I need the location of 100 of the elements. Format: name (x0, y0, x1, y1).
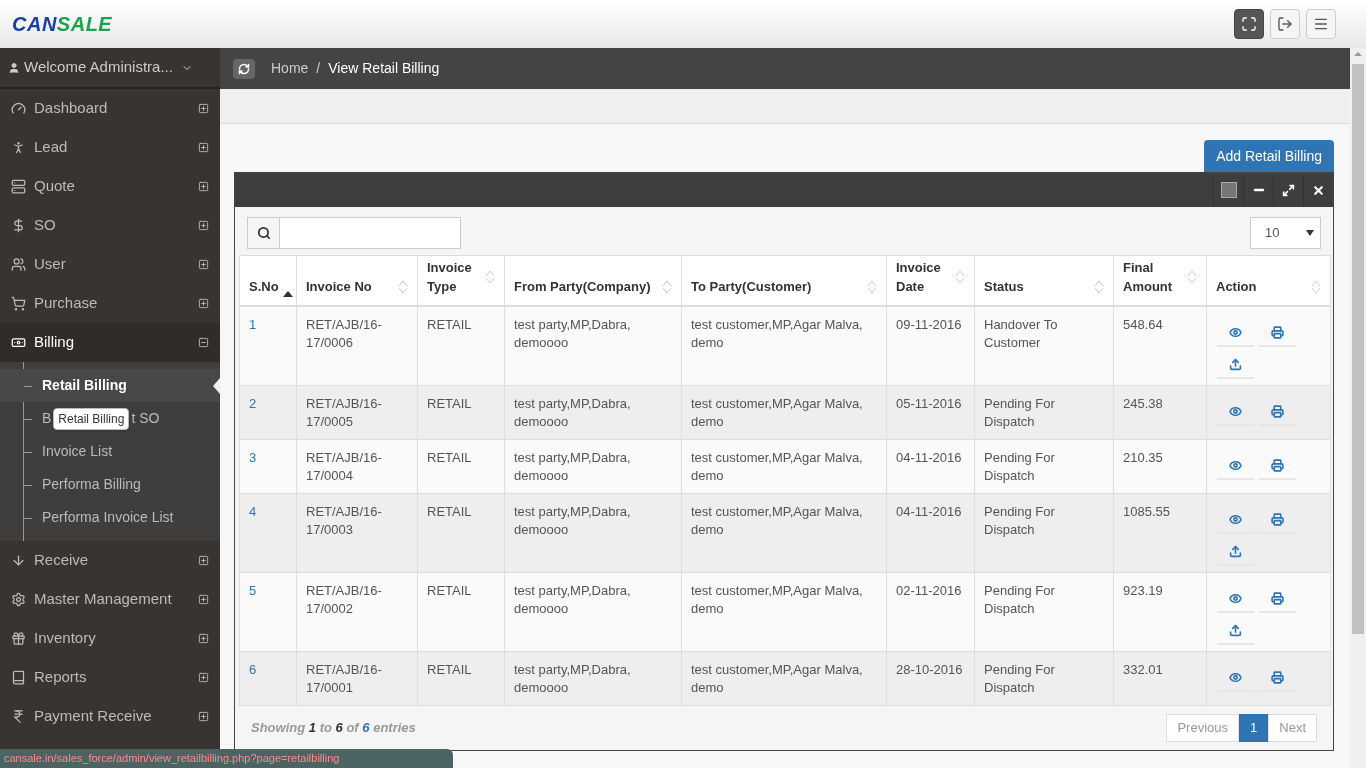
table-cell: test party,MP,Dabra, demoooo (504, 493, 682, 572)
expand-icon (198, 711, 209, 722)
table-cell: 5 (239, 572, 297, 651)
arrow-down-icon (11, 553, 26, 568)
table-cell: 332.01 (1113, 651, 1207, 705)
logout-icon (1277, 16, 1293, 32)
nav-label: Dashboard (34, 98, 109, 119)
tooltip: Retail Billing (53, 407, 130, 430)
pagination-button[interactable]: 1 (1239, 713, 1269, 742)
expand-icon (198, 220, 209, 231)
breadcrumb-current: View Retail Billing (328, 59, 440, 78)
sub-nav-label: Performa Invoice List (42, 508, 174, 527)
nav-item[interactable]: Billing (0, 323, 220, 362)
table-cell: RETAIL (417, 572, 505, 651)
nav-label: Purchase (34, 293, 99, 314)
table-cell: RET/AJB/16-17/0005 (296, 385, 418, 439)
square-icon (1220, 182, 1237, 198)
table-cell: RET/AJB/16-17/0006 (296, 305, 418, 385)
nav-item[interactable]: Inventory (0, 619, 220, 658)
table-cell: test customer,MP,Agar Malva, demo (681, 493, 887, 572)
nav-label: Receive (34, 550, 90, 571)
table-cell: 4 (239, 493, 297, 572)
eye-icon (1229, 671, 1242, 684)
expand-icon (198, 298, 209, 309)
column-header[interactable]: Action (1206, 255, 1331, 306)
sub-nav-item[interactable]: B Retail Billing t SO (0, 402, 220, 435)
sub-nav-item[interactable]: Retail Billing (0, 369, 220, 402)
sub-nav-label: t SO (131, 409, 160, 428)
table-cell: RETAIL (417, 305, 505, 385)
table-cell: RET/AJB/16-17/0004 (296, 439, 418, 493)
table-cell: test customer,MP,Agar Malva, demo (681, 572, 887, 651)
nav-item[interactable]: Payment Receive (0, 697, 220, 736)
table-cell: Handover To Customer (974, 305, 1114, 385)
add-retail-billing-button[interactable]: Add Retail Billing (1204, 140, 1334, 172)
breadcrumb-separator: / (316, 59, 321, 78)
table-cell: test party,MP,Dabra, demoooo (504, 651, 682, 705)
nav-label: SO (34, 215, 57, 236)
sub-nav-label: Retail Billing (42, 376, 127, 395)
printer-icon (1271, 459, 1284, 472)
expand-icon (198, 672, 209, 683)
sub-nav-item[interactable]: Performa Billing (0, 468, 220, 501)
sub-nav-item[interactable]: Invoice List (0, 435, 220, 468)
table-cell: 09-11-2016 (886, 305, 975, 385)
nav-label: Reports (34, 667, 88, 688)
nav-item[interactable]: Dashboard (0, 89, 220, 128)
search-field[interactable] (247, 217, 461, 249)
table-cell: 210.35 (1113, 439, 1207, 493)
search-icon (256, 226, 271, 240)
dropdown-arrow-icon (1306, 230, 1314, 236)
nav-item[interactable]: Reports (0, 658, 220, 697)
sub-nav-item[interactable]: Performa Invoice List (0, 501, 220, 534)
column-header[interactable]: Final Amount (1113, 255, 1207, 306)
refresh-button[interactable] (233, 58, 255, 79)
column-header[interactable]: Status (974, 255, 1114, 306)
book-icon (11, 670, 26, 685)
table-cell: test customer,MP,Agar Malva, demo (681, 439, 887, 493)
settings-icon (11, 592, 26, 607)
refresh-icon (238, 62, 250, 75)
table-cell: 2 (239, 385, 297, 439)
collapse-icon (198, 337, 209, 348)
table-cell: 245.38 (1113, 385, 1207, 439)
nav-item[interactable]: Master Management (0, 580, 220, 619)
nav-item[interactable]: Purchase (0, 284, 220, 323)
logo[interactable]: CANSALE (12, 9, 113, 39)
table-cell: test party,MP,Dabra, demoooo (504, 385, 682, 439)
nav-label: Inventory (34, 628, 97, 649)
column-header[interactable]: To Party(Customer) (681, 255, 887, 306)
breadcrumb-link[interactable]: Home (271, 58, 309, 79)
nav-label: Master Management (34, 589, 173, 610)
table-cell: 1 (239, 305, 297, 385)
expand-arrows-icon (1282, 183, 1295, 197)
column-header[interactable]: S.No (239, 255, 297, 306)
close-icon (1312, 183, 1325, 197)
printer-icon (1271, 405, 1284, 418)
column-header[interactable]: Invoice Type (417, 255, 505, 306)
menu-icon (1313, 16, 1329, 32)
header-button[interactable] (1234, 9, 1264, 39)
dollar-icon (11, 218, 26, 233)
expand-icon (198, 555, 209, 566)
nav-item[interactable]: SO (0, 206, 220, 245)
nav-item[interactable]: User (0, 245, 220, 284)
table-cell: 6 (239, 651, 297, 705)
page-size-select[interactable]: 10 (1250, 217, 1321, 249)
table-cell: test customer,MP,Agar Malva, demo (681, 651, 887, 705)
table-cell: Pending For Dispatch (974, 572, 1114, 651)
cart-icon (11, 296, 26, 311)
table-cell: RET/AJB/16-17/0002 (296, 572, 418, 651)
nav-item[interactable]: Receive (0, 541, 220, 580)
column-header[interactable]: Invoice Date (886, 255, 975, 306)
table-cell: RET/AJB/16-17/0001 (296, 651, 418, 705)
table-cell: RETAIL (417, 493, 505, 572)
nav-item[interactable]: Lead (0, 128, 220, 167)
table-cell: test customer,MP,Agar Malva, demo (681, 305, 887, 385)
nav-label: User (34, 254, 67, 275)
column-header[interactable]: Invoice No (296, 255, 418, 306)
nav-item[interactable]: Quote (0, 167, 220, 206)
users-icon (11, 257, 26, 272)
expand-icon (198, 181, 209, 192)
nav-label: Payment Receive (34, 706, 153, 727)
column-header[interactable]: From Party(Company) (504, 255, 682, 306)
